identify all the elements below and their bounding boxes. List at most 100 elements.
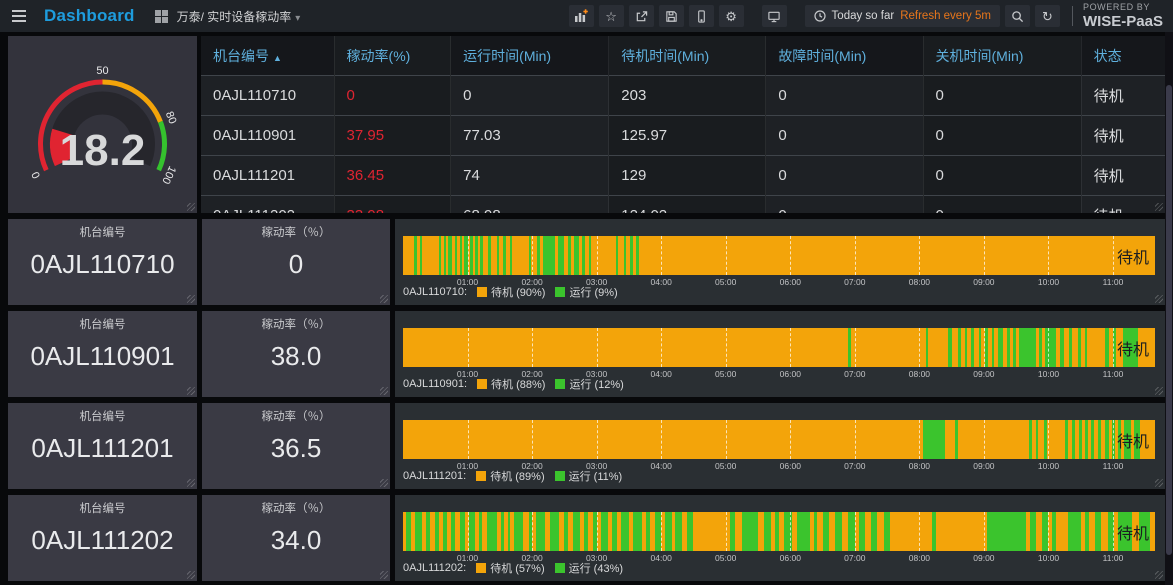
settings-gear-icon: ⚙ [725,8,737,24]
table-header-5[interactable]: 关机时间(Min) [922,36,1082,76]
panel-resize-handle[interactable] [380,479,388,487]
mobile-view-button[interactable] [688,5,714,27]
table-cell: 待机 [1080,115,1165,156]
legend-idle-item[interactable]: 待机 (88%) [477,376,545,392]
time-range-picker[interactable]: Today so far Refresh every 5m [804,5,1000,27]
star-button[interactable]: ☆ [598,5,624,27]
run-segment [958,328,961,367]
panel-resize-handle[interactable] [187,479,195,487]
legend-idle-item[interactable]: 待机 (89%) [476,468,545,484]
share-button[interactable] [628,5,654,27]
hour-gridline [790,236,792,275]
machine-id-panel-title[interactable]: 机台编号 [8,311,197,332]
axis-tick-label: 07:00 [844,369,866,379]
panel-resize-handle[interactable] [380,387,388,395]
refresh-button[interactable]: ↻ [1034,5,1060,27]
run-segment [998,328,1004,367]
run-segment [486,512,497,551]
legend-run-item[interactable]: 运行 (11%) [554,468,622,484]
axis-tick-label: 04:00 [650,553,672,563]
table-cell: 124.02 [608,195,766,213]
run-segment [459,236,462,275]
save-button[interactable] [658,5,684,27]
axis-tick-label: 08:00 [908,461,931,471]
legend-run-item[interactable]: 运行 (12%) [555,376,624,392]
legend-idle-item[interactable]: 待机 (57%) [476,560,545,576]
legend-run-item[interactable]: 运行 (43%) [554,560,623,576]
legend-idle-item[interactable]: 待机 (90%) [477,284,545,300]
rate-panel-title[interactable]: 稼动率（％） [202,311,390,332]
panel-resize-handle[interactable] [187,203,195,211]
menu-icon[interactable] [0,0,38,32]
panel-resize-handle[interactable] [187,387,195,395]
panel-resize-handle[interactable] [380,295,388,303]
table-header-0[interactable]: 机台编号 ▲ [201,36,335,76]
panel-resize-handle[interactable] [1155,479,1163,487]
table-row[interactable]: 0AJL11120233.9868.98124.0200待机 [201,195,1165,213]
table-header-4[interactable]: 故障时间(Min) [765,36,924,76]
run-segment [632,512,642,551]
table-row[interactable]: 0AJL110901 37.95 77.03 125.97 0 0 待机 [201,115,1165,156]
table-row[interactable]: 0AJL110710 0 0 203 0 0 待机 [201,75,1165,116]
clock-icon [813,10,826,22]
rate-value: 36.5 [270,432,322,463]
dashboard-grid-icon[interactable] [154,9,168,23]
hour-gridline [532,512,534,551]
rate-panel-title[interactable]: 稼动率（％） [202,219,390,240]
legend-run-item[interactable]: 运行 (9%) [555,284,618,300]
panel-resize-handle[interactable] [187,571,195,579]
axis-tick-label: 05:00 [715,369,737,379]
machine-id-panel: 机台编号 0AJL110710 [8,219,197,305]
run-segment [582,236,586,275]
table-header-2[interactable]: 运行时间(Min) [450,36,609,76]
search-button[interactable] [1004,5,1030,27]
machine-id-value: 0AJL110710 [30,248,175,279]
table-cell: 0 [922,75,1082,116]
run-segment [616,236,618,275]
axis-tick-label: 05:00 [715,461,737,471]
breadcrumb[interactable]: 万泰/ 实时设备稼动率 ▾ [177,8,301,25]
gauge-panel: 0 50 80 100 18.2 [8,36,197,213]
panel-resize-handle[interactable] [1155,203,1163,211]
table-row[interactable]: 0AJL111201 36.45 74 129 0 0 待机 [201,155,1165,196]
run-segment [600,512,609,551]
hour-gridline [1113,236,1115,275]
run-segment [687,512,694,551]
run-segment [468,512,476,551]
run-segment [1030,512,1036,551]
machine-id-panel-title[interactable]: 机台编号 [8,495,197,516]
table-header-1[interactable]: 稼动率(%) [333,36,451,76]
hour-gridline [983,236,985,275]
panel-resize-handle[interactable] [1155,387,1163,395]
hour-gridline [725,328,727,367]
panel-resize-handle[interactable] [1155,295,1163,303]
run-segment [528,236,532,275]
settings-button[interactable]: ⚙ [718,5,744,27]
run-segment [1045,328,1057,367]
powered-by-brand: POWERED BY WISE-PaaS [1083,3,1167,30]
machine-id-panel-title[interactable]: 机台编号 [8,219,197,240]
table-cell: 0 [765,115,924,156]
panel-resize-handle[interactable] [1155,571,1163,579]
app-logo[interactable]: Dashboard [44,6,135,26]
run-segment [964,328,968,367]
gauge-value: 18.2 [60,126,146,175]
panel-resize-handle[interactable] [380,571,388,579]
page-scrollbar-thumb[interactable] [1166,85,1172,555]
tv-mode-button[interactable] [761,5,787,27]
rate-panel-title[interactable]: 稼动率（％） [202,403,390,424]
timeline-legend: 0AJL110710: 待机 (90%) 运行 (9%) [403,284,618,300]
hour-gridline [1113,512,1115,551]
hour-gridline [1048,328,1050,367]
table-header-6[interactable]: 状态 [1080,36,1165,76]
rate-panel-title[interactable]: 稼动率（％） [202,495,390,516]
run-segment [426,512,431,551]
machine-status-table: 机台编号 ▲ 稼动率(%) 运行时间(Min) 待机时间(Min) 故障时间(Min) 关机… [201,36,1165,213]
table-header-3[interactable]: 待机时间(Min) [608,36,766,76]
hour-gridline [1113,420,1115,459]
add-panel-button[interactable] [568,5,594,27]
panel-resize-handle[interactable] [187,295,195,303]
machine-id-panel-title[interactable]: 机台编号 [8,403,197,424]
navbar-divider [1071,6,1073,26]
run-segment [1084,512,1089,551]
